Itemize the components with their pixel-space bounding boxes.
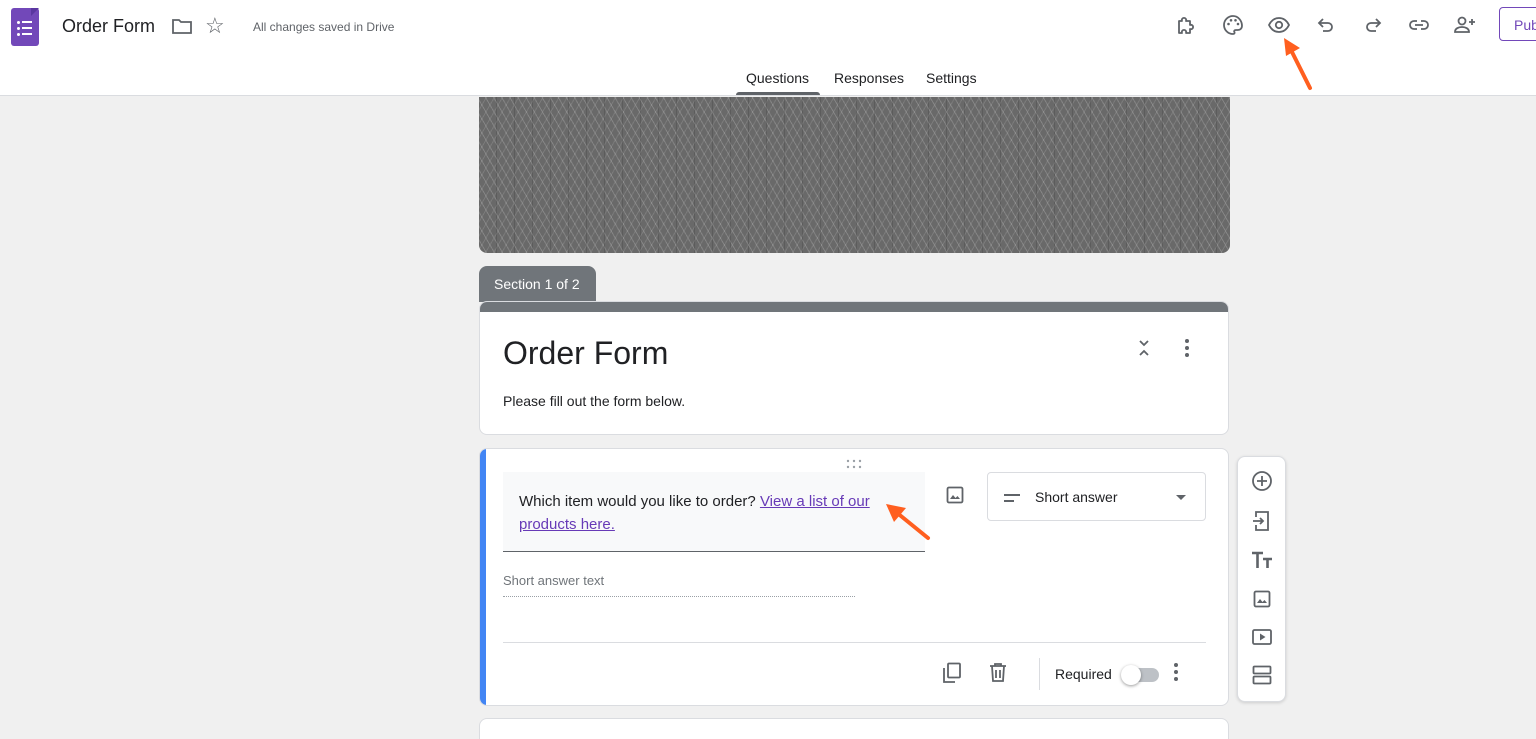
form-description[interactable]: Please fill out the form below. bbox=[503, 393, 685, 409]
trash-icon[interactable] bbox=[989, 662, 1007, 687]
duplicate-icon[interactable] bbox=[942, 662, 962, 689]
add-video-icon[interactable] bbox=[1250, 625, 1274, 649]
question-text: Which item would you like to order? bbox=[519, 493, 760, 510]
undo-icon[interactable] bbox=[1314, 13, 1338, 37]
short-answer-field: Short answer text bbox=[503, 573, 855, 597]
question-title-input[interactable]: Which item would you like to order? View… bbox=[503, 472, 925, 552]
forms-logo-icon[interactable] bbox=[11, 8, 39, 46]
redo-icon[interactable] bbox=[1361, 13, 1385, 37]
document-title[interactable]: Order Form bbox=[62, 16, 155, 37]
publish-button[interactable]: Pub bbox=[1499, 7, 1536, 41]
form-title-card[interactable]: Order Form Please fill out the form belo… bbox=[479, 301, 1229, 435]
add-person-icon[interactable] bbox=[1453, 13, 1477, 37]
eye-icon[interactable] bbox=[1267, 13, 1291, 37]
add-title-icon[interactable] bbox=[1250, 548, 1274, 572]
active-tab-indicator bbox=[736, 92, 820, 95]
tab-settings[interactable]: Settings bbox=[926, 70, 977, 86]
annotation-arrow-icon bbox=[1284, 38, 1312, 90]
folder-icon[interactable] bbox=[172, 18, 192, 39]
required-toggle[interactable] bbox=[1121, 665, 1159, 685]
add-section-icon[interactable] bbox=[1250, 663, 1274, 687]
floating-toolbar bbox=[1237, 456, 1286, 702]
annotation-arrow-icon bbox=[886, 504, 930, 540]
star-icon[interactable]: ☆ bbox=[205, 15, 225, 37]
form-title[interactable]: Order Form bbox=[503, 335, 668, 372]
palette-icon[interactable] bbox=[1221, 13, 1245, 37]
add-question-icon[interactable] bbox=[1250, 469, 1274, 493]
puzzle-icon[interactable] bbox=[1174, 13, 1198, 37]
question-type-label: Short answer bbox=[1035, 489, 1118, 505]
import-questions-icon[interactable] bbox=[1250, 509, 1274, 533]
question-card[interactable]: Which item would you like to order? View… bbox=[479, 448, 1229, 706]
form-header-image bbox=[479, 97, 1230, 253]
link-icon[interactable] bbox=[1407, 13, 1431, 37]
more-vert-icon[interactable] bbox=[1184, 338, 1190, 363]
next-question-card[interactable] bbox=[479, 718, 1229, 739]
required-label: Required bbox=[1055, 666, 1112, 682]
collapse-icon[interactable] bbox=[1137, 338, 1151, 363]
tab-responses[interactable]: Responses bbox=[834, 70, 904, 86]
tab-questions[interactable]: Questions bbox=[746, 70, 809, 86]
save-status: All changes saved in Drive bbox=[253, 20, 395, 34]
short-answer-icon bbox=[1004, 490, 1020, 508]
section-tag: Section 1 of 2 bbox=[479, 266, 596, 302]
add-image-icon[interactable] bbox=[946, 486, 964, 509]
active-question-bar bbox=[480, 449, 486, 705]
card-divider bbox=[503, 642, 1206, 643]
more-vert-icon[interactable] bbox=[1173, 662, 1179, 687]
add-image-icon[interactable] bbox=[1250, 587, 1274, 611]
footer-divider bbox=[1039, 658, 1040, 690]
question-type-select[interactable]: Short answer bbox=[987, 472, 1206, 521]
chevron-down-icon bbox=[1176, 495, 1186, 500]
